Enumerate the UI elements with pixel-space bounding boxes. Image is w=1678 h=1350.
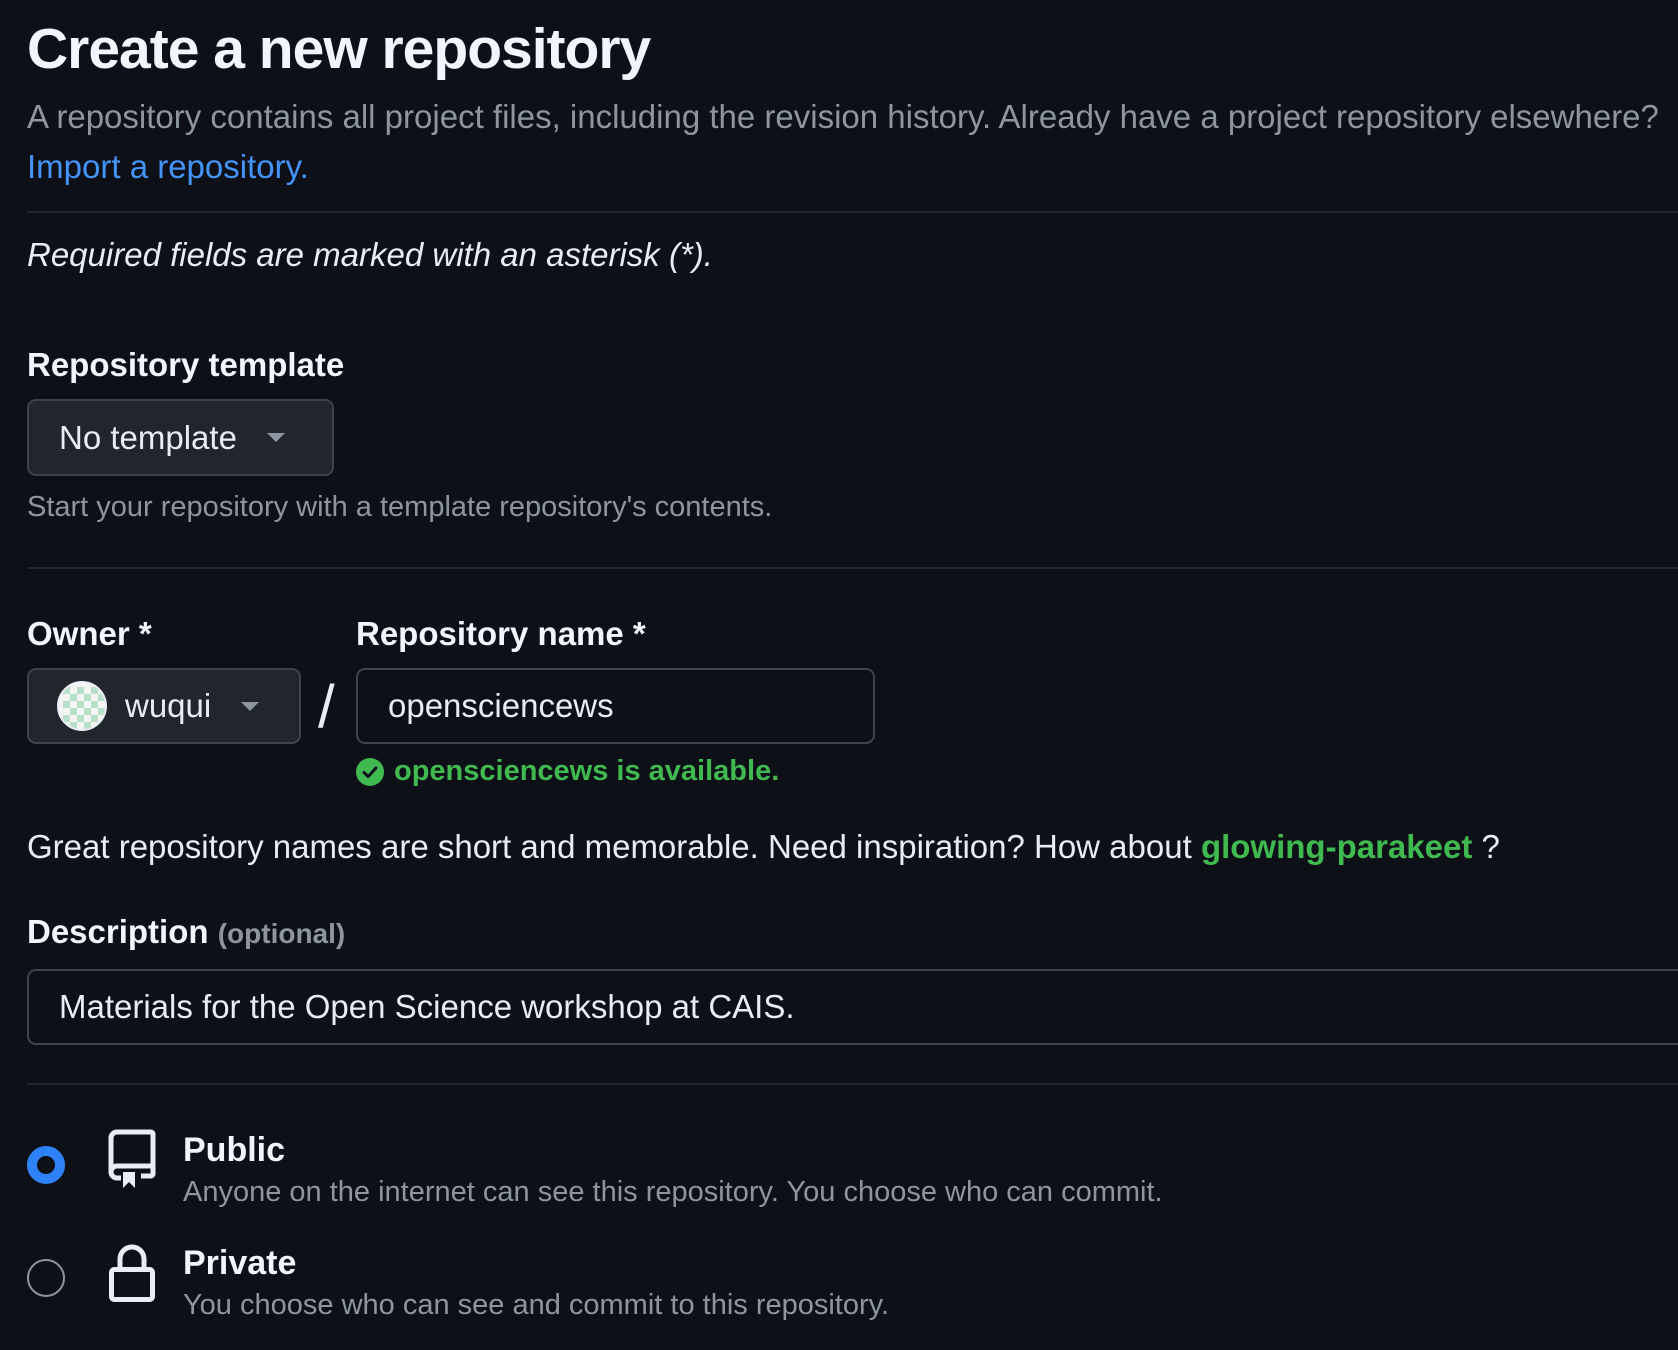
private-title: Private [183,1244,297,1282]
repo-icon [107,1128,157,1192]
repo-name-input[interactable]: opensciencews [356,668,875,744]
description-value: Materials for the Open Science workshop … [59,988,795,1025]
public-radio[interactable] [27,1146,65,1184]
public-option-text: Public Anyone on the internet can see th… [183,1128,1163,1209]
owner-select-value: wuqui [125,687,212,724]
name-inspiration: Great repository names are short and mem… [27,828,1500,866]
inspiration-suffix: ? [1481,828,1500,865]
inspiration-text: Great repository names are short and mem… [27,828,1192,865]
owner-select-button[interactable]: wuqui [27,668,301,744]
optional-tag: (optional) [217,918,346,949]
check-circle-icon [356,757,384,786]
private-description: You choose who can see and commit to thi… [183,1289,890,1321]
description-label: Description (optional) [27,913,345,951]
description-label-text: Description [27,913,209,950]
visibility-option-private[interactable]: Private You choose who can see and commi… [27,1241,889,1322]
template-hint: Start your repository with a template re… [27,491,773,523]
template-select-value: No template [59,418,237,456]
private-option-text: Private You choose who can see and commi… [183,1241,889,1322]
public-title: Public [183,1131,286,1169]
subtitle-text: A repository contains all project files,… [27,98,1659,135]
availability-status: opensciencews is available. [356,755,779,788]
private-radio[interactable] [27,1259,65,1297]
owner-repo-separator: / [318,673,335,740]
suggested-name-link[interactable]: glowing-parakeet [1201,828,1472,865]
visibility-option-public[interactable]: Public Anyone on the internet can see th… [27,1128,1163,1209]
template-label: Repository template [27,346,345,383]
create-repo-page: Create a new repository A repository con… [0,0,1678,1350]
page-subtitle: A repository contains all project files,… [27,92,1667,192]
repo-name-value: opensciencews [388,687,614,724]
divider [27,567,1678,569]
avatar [57,681,107,731]
page-title: Create a new repository [27,17,651,81]
divider [27,211,1678,213]
import-repository-link[interactable]: Import a repository. [27,148,309,185]
template-select-button[interactable]: No template [27,399,334,476]
required-fields-note: Required fields are marked with an aster… [27,236,713,273]
chevron-down-icon [266,433,285,442]
divider [27,1083,1678,1085]
availability-text: opensciencews is available. [394,755,780,787]
description-input[interactable]: Materials for the Open Science workshop … [27,969,1678,1045]
chevron-down-icon [241,701,260,711]
repo-name-label: Repository name * [356,615,646,652]
lock-icon [107,1241,157,1305]
owner-label: Owner * [27,615,152,652]
public-description: Anyone on the internet can see this repo… [183,1176,1163,1208]
